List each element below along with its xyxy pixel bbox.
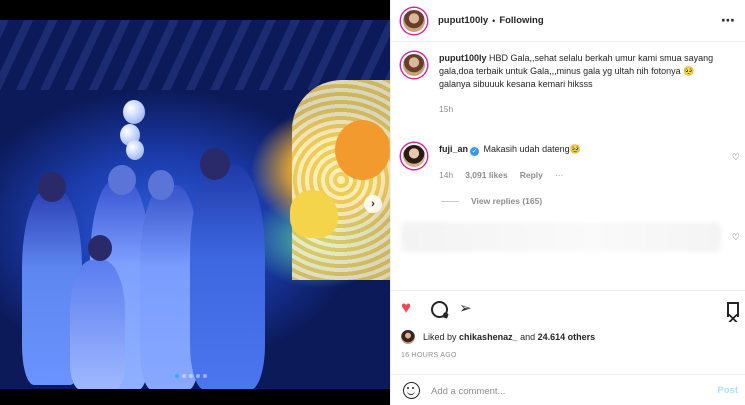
balloon-arch	[292, 80, 390, 280]
caption-text-line2: galanya sibuuuk kesana kemari hiksss	[439, 79, 593, 89]
person	[190, 165, 265, 390]
carousel-dot	[182, 374, 186, 378]
reply-button[interactable]: Reply	[520, 169, 543, 182]
liked-by-prefix: Liked by	[423, 332, 457, 342]
chevron-right-icon[interactable]: ›	[364, 195, 382, 213]
avatar[interactable]	[401, 52, 427, 78]
comment-icon[interactable]	[431, 301, 448, 318]
post-comment-button[interactable]: Post	[717, 385, 738, 396]
heart-filled-icon[interactable]: ♥	[401, 299, 411, 317]
liked-by: Liked by chikashenaz_ and 24.614 others	[401, 330, 595, 344]
balloon	[123, 100, 145, 124]
emoji-icon[interactable]	[403, 382, 420, 399]
heart-outline-icon[interactable]: ♡	[732, 152, 740, 163]
carousel-dot	[203, 374, 207, 378]
comment-likes[interactable]: 3,091 likes	[465, 169, 508, 182]
caption-username[interactable]: puput100ly	[439, 53, 487, 63]
post-photo[interactable]: ›	[0, 0, 390, 405]
caption-timestamp[interactable]: 15h	[439, 103, 729, 116]
bookmark-icon[interactable]	[727, 302, 739, 322]
comment-text: Makasih udah dateng🥹	[483, 144, 581, 154]
balloon	[126, 140, 144, 160]
liked-by-and: and	[520, 332, 536, 342]
loading-comment-placeholder	[401, 222, 721, 252]
separator-dot: •	[492, 15, 496, 26]
view-replies[interactable]: View replies (165)	[441, 196, 542, 206]
comment-timestamp[interactable]: 14h	[439, 169, 453, 182]
comment-input[interactable]	[431, 383, 691, 399]
avatar[interactable]	[401, 330, 415, 344]
following-button[interactable]: Following	[499, 15, 543, 26]
carousel-dot	[196, 374, 200, 378]
post-header: puput100ly • Following ⋯	[391, 0, 745, 42]
avatar[interactable]	[401, 143, 427, 169]
post-side-panel: puput100ly • Following ⋯ puput100ly HBD …	[390, 0, 745, 405]
comment-username[interactable]: fuji_an	[439, 144, 468, 154]
avatar[interactable]	[401, 7, 427, 34]
add-comment-bar: Post	[391, 374, 745, 405]
person-child	[70, 260, 125, 390]
submarine-decoration	[335, 120, 390, 180]
instagram-post-modal: › puput100ly • Following ⋯ puput100ly HB…	[0, 0, 745, 405]
caption: puput100ly HBD Gala,,sehat selalu berkah…	[401, 52, 736, 116]
post-timestamp[interactable]: 16 HOURS AGO	[401, 352, 457, 359]
liked-by-others[interactable]: 24.614 others	[538, 332, 596, 342]
heart-outline-icon[interactable]: ♡	[732, 232, 740, 243]
carousel-dot	[175, 374, 179, 378]
view-replies-label[interactable]: View replies (165)	[471, 196, 542, 206]
carousel-dot	[189, 374, 193, 378]
header-username[interactable]: puput100ly	[438, 15, 488, 26]
share-icon[interactable]: ➢	[459, 300, 472, 318]
more-horizontal-icon[interactable]: ⋯	[721, 12, 736, 29]
comment: fuji_an ✓ Makasih udah dateng🥹 14h 3,091 …	[401, 143, 736, 182]
verified-badge-icon: ✓	[470, 147, 480, 156]
comment-options-icon[interactable]: ···	[555, 169, 564, 182]
carousel-dots	[175, 374, 207, 378]
liked-by-user[interactable]: chikashenaz_	[459, 332, 518, 342]
action-bar: ♥ ➢	[391, 290, 745, 326]
